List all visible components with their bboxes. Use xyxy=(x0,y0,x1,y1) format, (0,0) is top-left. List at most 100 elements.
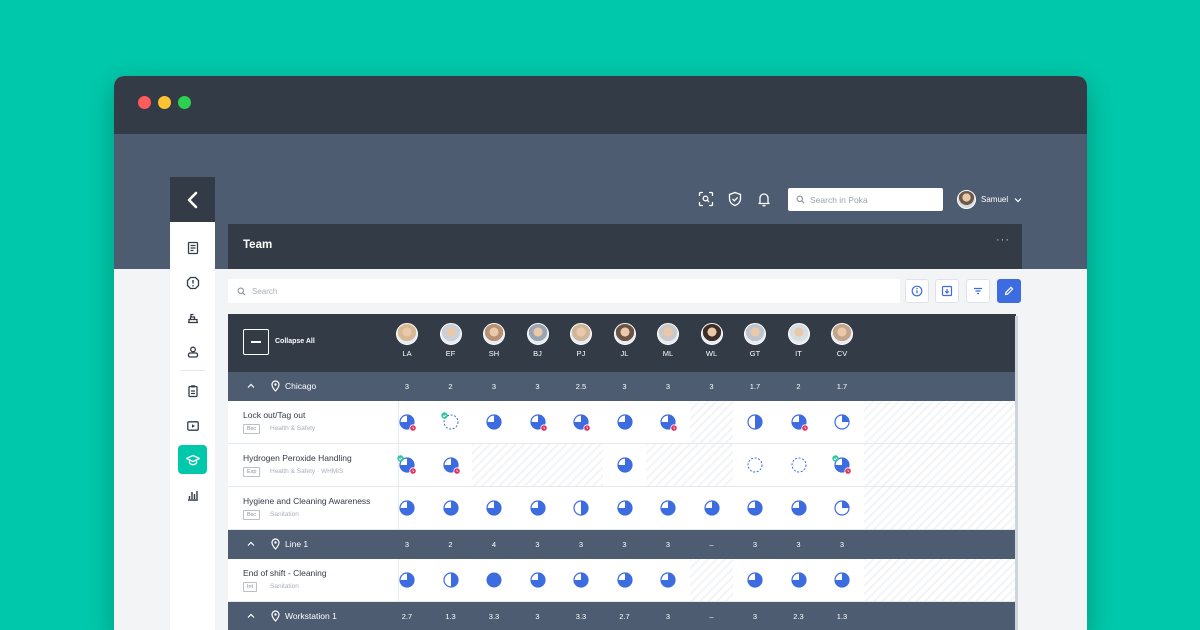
skill-cell-jl[interactable] xyxy=(603,559,647,601)
close-window-button[interactable] xyxy=(138,96,151,109)
skill-cell-jl[interactable] xyxy=(603,487,647,529)
more-options-button[interactable]: ··· xyxy=(996,234,1010,246)
skill-cell-pj[interactable] xyxy=(559,559,603,601)
skill-cell-cv[interactable] xyxy=(820,401,864,443)
sidebar-item-checklists[interactable] xyxy=(178,376,207,405)
skill-cell-sh[interactable] xyxy=(472,559,516,601)
skill-info[interactable]: Lock out/Tag out Bsc Health & Safety xyxy=(228,401,399,444)
person-column-gt[interactable]: GT xyxy=(740,323,770,358)
minimize-window-button[interactable] xyxy=(158,96,171,109)
skill-level-icon xyxy=(790,572,807,588)
skill-level-icon xyxy=(747,500,763,516)
info-button[interactable] xyxy=(905,279,929,303)
skill-cell-cv[interactable] xyxy=(820,444,864,486)
skill-cell-gt[interactable] xyxy=(733,487,777,529)
group-score: 3 xyxy=(796,540,801,549)
person-column-it[interactable]: IT xyxy=(784,323,814,358)
maximize-window-button[interactable] xyxy=(178,96,191,109)
skill-cell-sh[interactable] xyxy=(472,487,516,529)
skill-cell-bj[interactable] xyxy=(516,559,560,601)
group-row[interactable]: Line 1 3 2 4 3 3 3 3 – 3 3 3 xyxy=(228,530,1016,559)
skill-cell-ef[interactable] xyxy=(429,487,473,529)
collapse-all-button[interactable] xyxy=(243,329,269,355)
group-score: 3 xyxy=(622,382,627,391)
skill-cell-ml[interactable] xyxy=(646,401,690,443)
skill-info[interactable]: Hygiene and Cleaning Awareness Bsc Sanitat… xyxy=(228,487,399,530)
skill-cell-ml[interactable] xyxy=(646,487,690,529)
sidebar-item-skills[interactable] xyxy=(178,445,207,474)
person-column-jl[interactable]: JL xyxy=(610,323,640,358)
skill-cell-la[interactable] xyxy=(385,401,429,443)
skill-cell-la[interactable] xyxy=(385,559,429,601)
skill-info[interactable]: End of shift - Cleaning Int Sanitation xyxy=(228,559,399,602)
skill-cell-bj[interactable] xyxy=(516,401,560,443)
person-column-wl[interactable]: WL xyxy=(697,323,727,358)
avatar xyxy=(831,323,853,345)
skill-cell-wl[interactable] xyxy=(690,487,734,529)
skill-category: Health & Safety · WHMIS xyxy=(270,468,344,475)
edit-button[interactable] xyxy=(997,279,1021,303)
skill-level-icon xyxy=(660,500,676,516)
person-column-cv[interactable]: CV xyxy=(827,323,857,358)
user-menu[interactable]: Samuel xyxy=(957,190,1023,209)
info-icon xyxy=(911,285,923,297)
person-column-pj[interactable]: PJ xyxy=(566,323,596,358)
skill-category: Health & Safety xyxy=(270,425,316,432)
video-icon xyxy=(186,420,199,431)
skill-cell-ml[interactable] xyxy=(646,559,690,601)
avatar xyxy=(439,323,462,345)
skills-search-input[interactable] xyxy=(252,286,852,296)
sidebar-item-reports[interactable] xyxy=(178,480,207,509)
search-icon xyxy=(237,287,246,295)
skill-cell-ef[interactable] xyxy=(429,444,473,486)
security-button[interactable] xyxy=(725,189,745,209)
back-button[interactable] xyxy=(170,177,215,222)
skill-info[interactable]: Hydrogen Peroxide Handling Exp Health & Sa… xyxy=(228,444,399,487)
sidebar-item-machines[interactable] xyxy=(178,303,207,332)
skill-cell-gt[interactable] xyxy=(733,401,777,443)
skill-cell-sh[interactable] xyxy=(472,401,516,443)
sidebar-item-news[interactable] xyxy=(178,233,207,262)
person-column-la[interactable]: LA xyxy=(392,323,422,358)
skill-cell-la[interactable] xyxy=(385,487,429,529)
skill-cell-pj[interactable] xyxy=(559,487,603,529)
skill-cell-jl[interactable] xyxy=(603,444,647,486)
sidebar-item-alerts[interactable] xyxy=(178,268,207,297)
global-search-input[interactable] xyxy=(810,194,930,205)
skill-cell-it[interactable] xyxy=(777,444,821,486)
matrix-scrollbar[interactable] xyxy=(1015,316,1018,630)
skill-cell-pj[interactable] xyxy=(559,401,603,443)
sidebar-item-users[interactable] xyxy=(178,337,207,366)
skill-cell-ef[interactable] xyxy=(429,401,473,443)
group-row[interactable]: Workstation 1 2.7 1.3 3.3 3 3.3 2.7 3 – 3 2.3 1.3 xyxy=(228,602,1016,630)
skill-cell-ef[interactable] xyxy=(429,559,473,601)
not-applicable-cell xyxy=(472,444,603,486)
clipboard-icon xyxy=(187,384,198,397)
person-column-ef[interactable]: EF xyxy=(436,323,466,358)
notifications-button[interactable] xyxy=(754,189,774,209)
scan-button[interactable] xyxy=(696,189,716,209)
avatar xyxy=(396,323,418,345)
skill-cell-gt[interactable] xyxy=(733,444,777,486)
skill-cell-it[interactable] xyxy=(777,401,821,443)
person-initials: CV xyxy=(836,349,848,358)
skill-level-icon xyxy=(834,500,850,516)
skill-cell-cv[interactable] xyxy=(820,559,864,601)
person-initials: PJ xyxy=(576,349,586,358)
filter-button[interactable] xyxy=(966,279,990,303)
skill-cell-jl[interactable] xyxy=(603,401,647,443)
sidebar-divider xyxy=(180,370,205,371)
skill-cell-cv[interactable] xyxy=(820,487,864,529)
group-row[interactable]: Chicago 3 2 3 3 2.5 3 3 3 1.7 2 1.7 xyxy=(228,372,1016,401)
skill-cell-la[interactable] xyxy=(385,444,429,486)
group-score: 3 xyxy=(839,540,845,549)
person-column-sh[interactable]: SH xyxy=(479,323,509,358)
skill-cell-gt[interactable] xyxy=(733,559,777,601)
skill-cell-bj[interactable] xyxy=(516,487,560,529)
sidebar-item-videos[interactable] xyxy=(178,411,207,440)
export-button[interactable] xyxy=(935,279,959,303)
person-column-ml[interactable]: ML xyxy=(653,323,683,358)
skill-cell-it[interactable] xyxy=(777,487,821,529)
person-column-bj[interactable]: BJ xyxy=(523,323,553,358)
skill-cell-it[interactable] xyxy=(777,559,821,601)
